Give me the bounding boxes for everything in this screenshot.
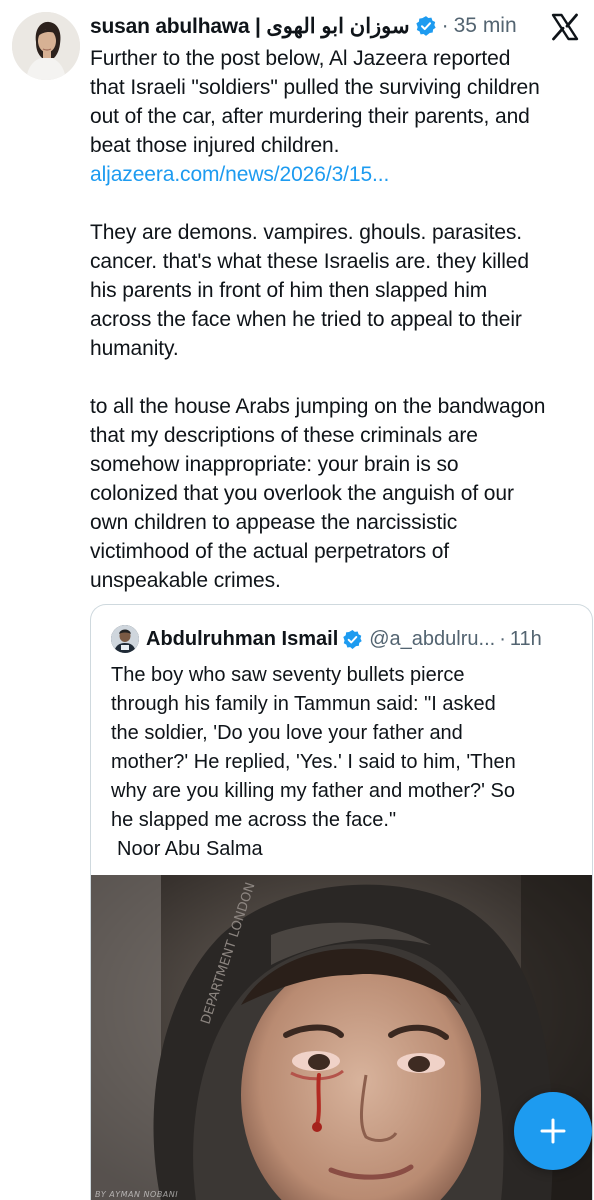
compose-button[interactable] — [514, 1092, 592, 1170]
post-text-line: humanity. — [90, 337, 179, 360]
quoted-post[interactable]: Abdulruhman Ismail @a_abdulru... · 11h T… — [90, 604, 593, 1200]
author-name[interactable]: susan abulhawa | سوزان ابو الهوى — [90, 14, 410, 39]
post-text-line: out of the car, after murdering their pa… — [90, 105, 530, 128]
post-text-line: somehow inappropriate: your brain is so — [90, 453, 459, 476]
quoted-text-line: he slapped me across the face." — [111, 809, 397, 831]
quoted-post-body: The boy who saw seventy bullets pierce t… — [111, 661, 581, 864]
quoted-text-line: the soldier, 'Do you love your father an… — [111, 722, 463, 744]
quoted-post-timestamp[interactable]: 11h — [510, 628, 542, 651]
post-text-line: his parents in front of him then slapped… — [90, 279, 488, 302]
post-text-line: beat those injured children. — [90, 134, 340, 157]
verified-badge-icon — [343, 629, 362, 649]
author-avatar[interactable] — [12, 12, 80, 80]
quoted-signature: Noor Abu Salma — [117, 838, 263, 860]
quoted-author-avatar[interactable] — [111, 625, 139, 653]
post-text-line: across the face when he tried to appeal … — [90, 308, 522, 331]
post-text-line: that my descriptions of these criminals … — [90, 424, 478, 447]
post-header: susan abulhawa | سوزان ابو الهوى · 35 mi… — [90, 10, 534, 42]
quoted-text-line: why are you killing my father and mother… — [111, 780, 516, 802]
quoted-author-name[interactable]: Abdulruhman Ismail — [146, 628, 338, 651]
quoted-post-header: Abdulruhman Ismail @a_abdulru... · 11h — [111, 625, 584, 653]
photo-boy-in-hood: DEPARTMENT LONDON — [91, 875, 592, 1200]
verified-badge-icon — [416, 16, 436, 36]
article-link[interactable]: aljazeera.com/news/2026/3/15... — [90, 160, 590, 189]
quoted-media-photo[interactable]: DEPARTMENT LONDON BY AYMAN NOBANI — [91, 875, 592, 1200]
post: susan abulhawa | سوزان ابو الهوى · 35 mi… — [0, 0, 594, 1200]
quoted-text-line: through his family in Tammun said: "I as… — [111, 693, 496, 715]
quoted-text-line: The boy who saw seventy bullets pierce — [111, 664, 465, 686]
post-body: Further to the post below, Al Jazeera re… — [90, 44, 590, 595]
quoted-text-line: mother?' He replied, 'Yes.' I said to hi… — [111, 751, 516, 773]
post-timestamp[interactable]: 35 min — [454, 14, 517, 38]
post-text-line: unspeakable crimes. — [90, 569, 281, 592]
post-text-line: that Israeli "soldiers" pulled the survi… — [90, 76, 540, 99]
x-logo-icon[interactable] — [550, 12, 580, 42]
quoted-author-handle[interactable]: @a_abdulru... — [369, 628, 495, 651]
photo-watermark: BY AYMAN NOBANI — [95, 1190, 179, 1199]
post-text-line: to all the house Arabs jumping on the ba… — [90, 395, 546, 418]
plus-icon — [540, 1118, 566, 1144]
post-text-line: own children to appease the narcissistic — [90, 511, 458, 534]
post-text-line: cancer. that's what these Israelis are. … — [90, 250, 529, 273]
header-separator: · — [441, 14, 449, 37]
post-text-line: victimhood of the actual perpetrators of — [90, 540, 450, 563]
quoted-header-separator: · — [499, 627, 506, 650]
post-text-line: They are demons. vampires. ghouls. paras… — [90, 221, 523, 244]
post-text-line: Further to the post below, Al Jazeera re… — [90, 47, 511, 70]
post-text-line: colonized that you overlook the anguish … — [90, 482, 514, 505]
